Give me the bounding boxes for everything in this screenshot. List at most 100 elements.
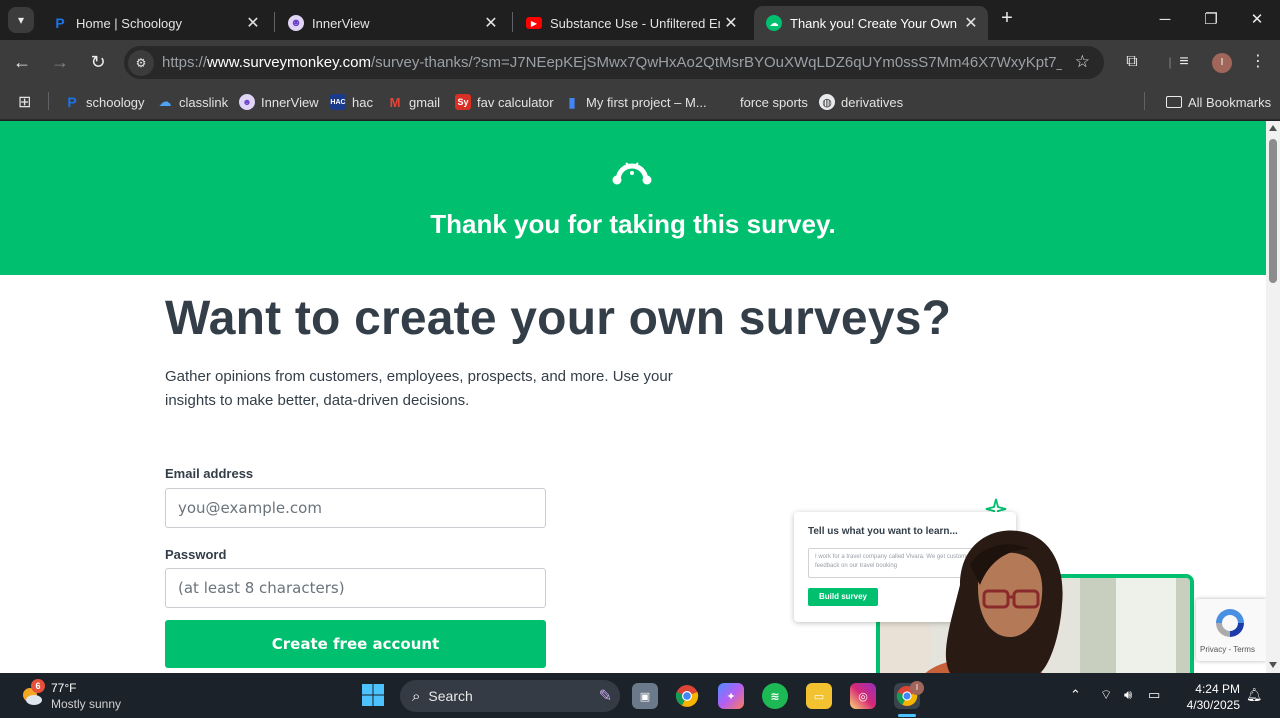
bookmarks-bar: ⊞ P schoology ☁ classlink ☻ InnerView HA… <box>0 84 1280 120</box>
tab-separator <box>512 12 513 32</box>
weather-badge: 6 <box>31 679 45 693</box>
taskbar-search-label: Search <box>428 688 473 704</box>
menu-kebab-icon[interactable]: ⋮ <box>1246 50 1270 74</box>
recaptcha-badge[interactable]: Privacy - Terms <box>1196 599 1266 661</box>
bookmark-label: schoology <box>86 94 145 110</box>
tab-separator <box>274 12 275 32</box>
hac-icon: HAC <box>330 94 346 110</box>
bookmark-hac[interactable]: HAC hac <box>330 92 373 112</box>
reload-icon[interactable]: ↻ <box>84 48 112 76</box>
tab-title: Substance Use - Unfiltered Emo <box>550 15 720 31</box>
gmail-icon: M <box>389 94 401 110</box>
email-label: Email address <box>165 466 254 481</box>
create-account-button[interactable]: Create free account <box>165 620 546 668</box>
url-text[interactable]: https://www.surveymonkey.com/survey-than… <box>162 54 1062 71</box>
bookmark-label: classlink <box>179 94 229 110</box>
woman-illustration <box>945 530 1063 673</box>
bookmark-innerview[interactable]: ☻ InnerView <box>239 92 319 112</box>
all-bookmarks[interactable]: All Bookmarks <box>1166 92 1271 112</box>
search-highlight-icon: ✎ <box>598 688 612 705</box>
page-scrollbar[interactable] <box>1266 121 1280 673</box>
copilot-icon[interactable]: ✦ <box>718 683 744 709</box>
close-tab-icon[interactable]: ✕ <box>242 13 264 33</box>
globe-icon: ◍ <box>819 94 835 110</box>
apps-grid-icon[interactable]: ⊞ <box>18 92 31 112</box>
bookmark-gmail[interactable]: M gmail <box>387 92 441 112</box>
wifi-icon[interactable]: ⌔ <box>1100 687 1112 703</box>
youtube-icon: ▶ <box>526 17 542 29</box>
task-view-icon[interactable]: ▣ <box>632 683 658 709</box>
bookmarks-divider <box>48 92 49 110</box>
bookmark-label: derivatives <box>841 94 904 110</box>
scroll-down-arrow-icon[interactable] <box>1269 662 1277 668</box>
windows-start-icon[interactable] <box>361 683 385 707</box>
back-arrow-icon[interactable]: ← <box>8 48 36 76</box>
bookmark-my-first-project[interactable]: ▮ My first project – M... <box>564 92 707 112</box>
all-bookmarks-label: All Bookmarks <box>1188 94 1272 110</box>
password-field[interactable] <box>165 568 546 608</box>
folder-icon <box>1166 96 1182 108</box>
bookmark-label: force sports <box>740 94 808 110</box>
tab-innerview[interactable]: ☻ InnerView ✕ <box>276 6 508 40</box>
extensions-puzzle-icon[interactable]: ⧉ <box>1120 50 1144 74</box>
address-bar[interactable]: ⚙ https://www.surveymonkey.com/survey-th… <box>124 46 1104 79</box>
tab-youtube[interactable]: ▶ Substance Use - Unfiltered Emo ✕ <box>514 6 748 40</box>
bookmark-force-sports[interactable]: force sports <box>740 92 808 112</box>
email-field[interactable] <box>165 488 546 528</box>
tab-title: Thank you! Create Your Own On <box>790 15 960 31</box>
bookmark-schoology[interactable]: P schoology <box>64 92 145 112</box>
bookmark-label: My first project – M... <box>586 94 707 110</box>
surveymonkey-logo-icon <box>612 162 652 185</box>
tab-title: Home | Schoology <box>76 15 182 31</box>
url-domain: www.surveymonkey.com <box>207 54 371 71</box>
minimize-icon[interactable]: ─ <box>1142 6 1188 34</box>
page-subtext: Gather opinions from customers, employee… <box>165 368 673 409</box>
bookmark-label: hac <box>352 94 373 110</box>
bookmark-label: gmail <box>409 94 441 110</box>
bookmark-fav-calculator[interactable]: Sy fav calculator <box>455 92 554 112</box>
chrome-app-icon[interactable] <box>674 683 700 709</box>
notification-bell-icon[interactable]: 🔔︎ <box>1246 687 1263 703</box>
system-clock[interactable]: 4:24 PM 4/30/2025 <box>1180 681 1240 713</box>
tab-surveymonkey[interactable]: ☁ Thank you! Create Your Own On ✕ <box>754 6 988 40</box>
thank-you-banner: Thank you for taking this survey. <box>0 121 1266 275</box>
spotify-icon[interactable]: ≋ <box>762 683 788 709</box>
restore-icon[interactable]: ❐ <box>1188 6 1234 34</box>
taskbar-search[interactable]: ⌕ Search ✎ <box>400 680 620 712</box>
innerview-icon: ☻ <box>239 94 255 110</box>
active-app-indicator <box>898 714 916 717</box>
site-info-icon[interactable]: ⚙ <box>128 49 154 76</box>
bookmark-star-icon[interactable]: ☆ <box>1075 52 1090 72</box>
instagram-icon[interactable]: ◎ <box>850 683 876 709</box>
tab-schoology[interactable]: P Home | Schoology ✕ <box>40 6 270 40</box>
bookmark-derivatives[interactable]: ◍ derivatives <box>819 92 903 112</box>
clock-time: 4:24 PM <box>1195 682 1240 696</box>
bookmark-icon: ▮ <box>568 93 576 110</box>
clock-date: 4/30/2025 <box>1186 698 1240 712</box>
close-tab-icon[interactable]: ✕ <box>960 13 982 33</box>
bookmark-classlink[interactable]: ☁ classlink <box>157 92 229 112</box>
page-headline: Want to create your own surveys? <box>165 292 952 345</box>
tab-search-chevron-icon[interactable]: ▾ <box>8 7 34 33</box>
new-tab-plus-icon[interactable]: + <box>996 8 1018 30</box>
build-survey-button: Build survey <box>808 588 878 606</box>
tray-chevron-icon[interactable]: ⌃ <box>1070 687 1081 703</box>
schoology-icon: P <box>55 15 65 31</box>
weather-condition[interactable]: Mostly sunny <box>51 697 121 711</box>
media-control-icon[interactable]: ≡ <box>1172 50 1196 74</box>
bookmarks-divider <box>1144 92 1145 110</box>
forward-arrow-icon[interactable]: → <box>46 48 74 76</box>
scrollbar-thumb[interactable] <box>1269 139 1277 283</box>
password-label: Password <box>165 547 227 562</box>
volume-icon[interactable]: 🔊︎ <box>1124 687 1132 703</box>
weather-temp[interactable]: 77°F <box>51 681 76 695</box>
tab-strip: ▾ P Home | Schoology ✕ ☻ InnerView ✕ ▶ S… <box>0 0 1280 40</box>
file-explorer-icon[interactable]: ▭ <box>806 683 832 709</box>
battery-icon[interactable]: ▭ <box>1148 687 1160 703</box>
profile-avatar[interactable]: I <box>1212 53 1232 73</box>
scroll-up-arrow-icon[interactable] <box>1269 125 1277 131</box>
recaptcha-terms[interactable]: Privacy - Terms <box>1200 645 1255 654</box>
close-tab-icon[interactable]: ✕ <box>480 13 502 33</box>
close-window-icon[interactable]: ✕ <box>1234 6 1280 34</box>
close-tab-icon[interactable]: ✕ <box>720 13 742 33</box>
